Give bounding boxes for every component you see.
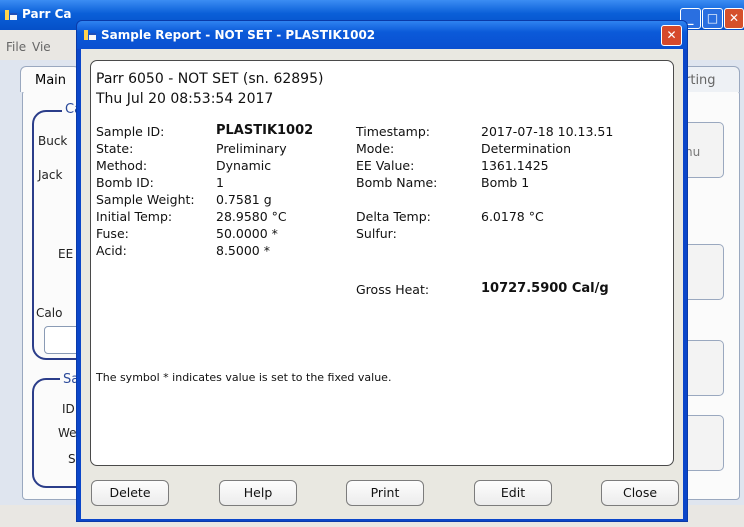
calorimeter-label: Calo [36, 306, 63, 320]
state-value: Preliminary [216, 141, 287, 156]
field-label: Method: [96, 158, 148, 173]
close-icon: ✕ [728, 11, 740, 25]
weight-label: We [58, 426, 77, 440]
menu-file[interactable]: File [6, 40, 26, 54]
sample-report-dialog: Sample Report - NOT SET - PLASTIK1002 ✕ … [76, 20, 688, 522]
field-label: Sample ID: [96, 124, 165, 139]
background-window-title: Parr Ca [22, 7, 72, 21]
gross-heat-label: Gross Heat: [356, 282, 430, 297]
footnote: The symbol * indicates value is set to t… [96, 371, 392, 384]
report-instrument: Parr 6050 - NOT SET (sn. 62895) [96, 71, 324, 87]
close-button[interactable]: Close [601, 480, 679, 506]
timestamp-value: 2017-07-18 10.13.51 [481, 124, 614, 139]
delta-temp-value: 6.0178 °C [481, 209, 544, 224]
sample-id-value: PLASTIK1002 [216, 123, 314, 138]
maximize-icon: □ [706, 11, 719, 25]
edit-button[interactable]: Edit [474, 480, 552, 506]
field-label: Acid: [96, 243, 127, 258]
fuse-value: 50.0000 * [216, 226, 278, 241]
acid-value: 8.5000 * [216, 243, 270, 258]
field-label: Sulfur: [356, 226, 397, 241]
field-label: Bomb Name: [356, 175, 438, 190]
field-label: Mode: [356, 141, 395, 156]
field-label: Fuse: [96, 226, 129, 241]
field-label: Initial Temp: [96, 209, 173, 224]
maximize-button[interactable]: □ [702, 8, 723, 29]
ee-label: EE [58, 247, 74, 261]
bomb-name-value: Bomb 1 [481, 175, 530, 190]
s-label: S [68, 452, 76, 466]
field-label: Sample Weight: [96, 192, 195, 207]
field-label: EE Value: [356, 158, 415, 173]
report-date: Thu Jul 20 08:53:54 2017 [96, 91, 274, 107]
dialog-close-button[interactable]: ✕ [661, 25, 682, 46]
parr-app-icon [5, 10, 17, 20]
ee-value: 1361.1425 [481, 158, 549, 173]
delete-button[interactable]: Delete [91, 480, 169, 506]
bucket-label: Buck [38, 134, 68, 148]
field-label: Delta Temp: [356, 209, 431, 224]
report-panel: Parr 6050 - NOT SET (sn. 62895) Thu Jul … [90, 60, 674, 466]
dialog-body: Parr 6050 - NOT SET (sn. 62895) Thu Jul … [81, 49, 683, 519]
mode-value: Determination [481, 141, 572, 156]
background-close-button[interactable]: ✕ [724, 8, 744, 29]
id-label: ID [62, 402, 75, 416]
field-label: Timestamp: [356, 124, 430, 139]
field-label: State: [96, 141, 134, 156]
gross-heat-value: 10727.5900 Cal/g [481, 281, 609, 296]
close-icon: ✕ [666, 28, 677, 42]
jacket-label: Jack [38, 168, 63, 182]
bomb-id-value: 1 [216, 175, 224, 190]
parr-app-icon [84, 30, 96, 40]
print-button[interactable]: Print [346, 480, 424, 506]
method-value: Dynamic [216, 158, 272, 173]
help-button[interactable]: Help [219, 480, 297, 506]
initial-temp-value: 28.9580 °C [216, 209, 287, 224]
field-label: Bomb ID: [96, 175, 154, 190]
dialog-title: Sample Report - NOT SET - PLASTIK1002 [101, 28, 376, 42]
tab-main[interactable]: Main [20, 66, 80, 92]
sample-weight-value: 0.7581 g [216, 192, 272, 207]
menu-view[interactable]: Vie [32, 40, 51, 54]
